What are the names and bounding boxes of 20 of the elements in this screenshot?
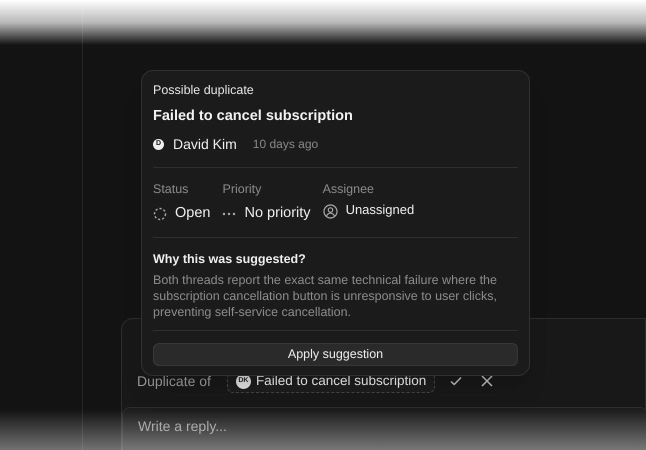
close-icon[interactable]: [481, 375, 494, 387]
timestamp: 10 days ago: [252, 136, 318, 153]
popover-label: Possible duplicate: [153, 82, 255, 99]
reason-text: Both threads report the exact same technical failure where the subscription cancellation button is unresponsive to user clicks, preventing self-service cancellation.: [153, 272, 498, 320]
check-icon[interactable]: [449, 374, 464, 388]
field-label: Status: [153, 180, 190, 198]
reply-field[interactable]: Write a reply...: [122, 407, 646, 450]
field-value: Unassigned: [346, 201, 414, 220]
issue-title: Failed to cancel subscription: [153, 106, 354, 126]
duplicate-label: Duplicate of: [137, 372, 211, 391]
user-icon: [322, 204, 338, 219]
author-name: David Kim: [173, 134, 237, 154]
reason-heading: Why this was suggested?: [153, 251, 307, 268]
field-value: Open: [175, 204, 210, 224]
apply-suggestion-button[interactable]: Apply suggestion: [153, 342, 518, 366]
field-label: Priority: [222, 180, 262, 198]
priority-icon: [222, 212, 236, 216]
field-label: Assignee: [322, 180, 375, 198]
field-value: No priority: [244, 204, 311, 224]
status-icon: [153, 207, 167, 222]
